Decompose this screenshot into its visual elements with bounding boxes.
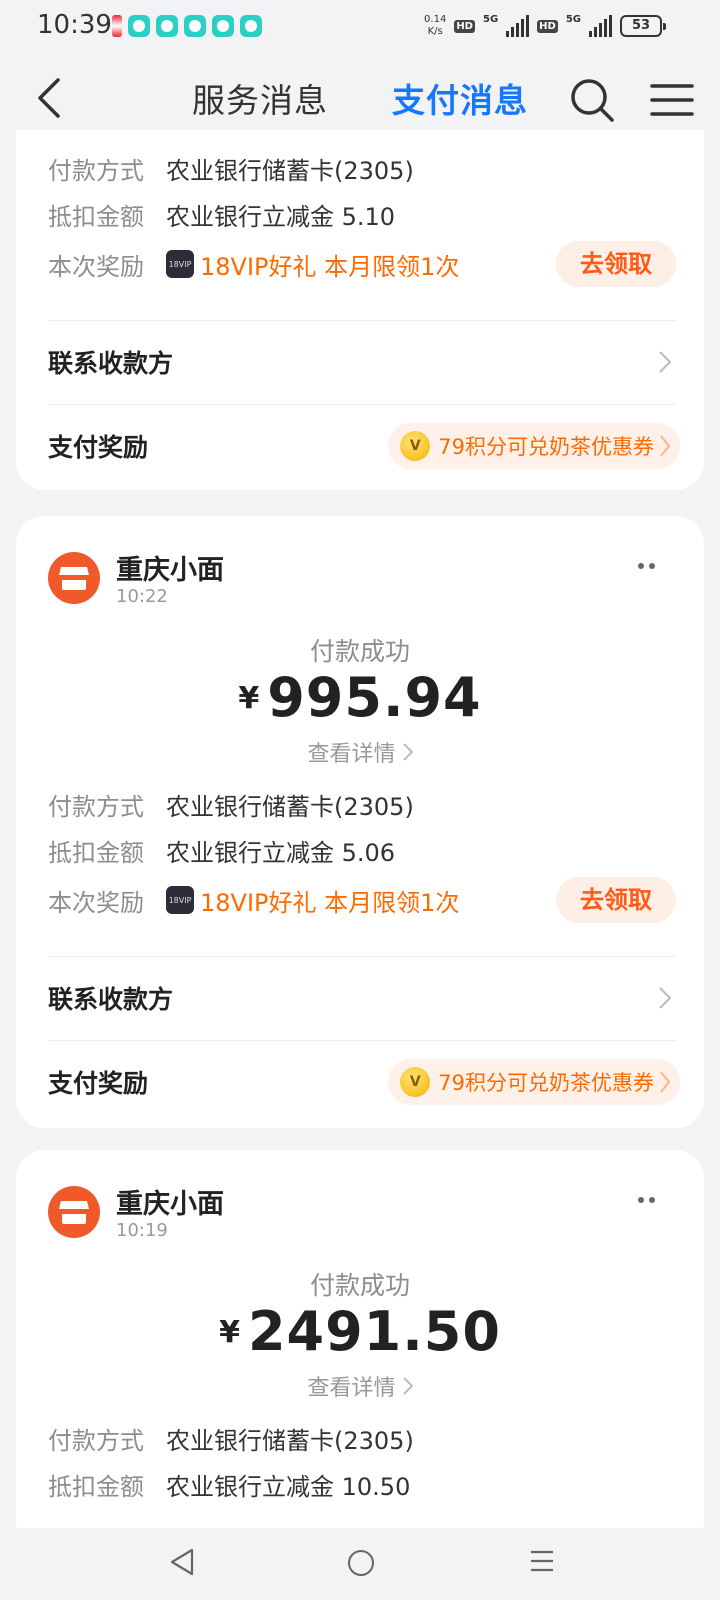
merchant-name: 重庆小面 — [116, 1189, 224, 1220]
search-icon — [571, 79, 614, 122]
system-navigation-bar — [0, 1528, 720, 1600]
payment-method-row: 付款方式 农业银行储蓄卡(2305) — [48, 1426, 414, 1455]
back-arrow-icon — [38, 78, 60, 118]
nav-back-icon[interactable] — [170, 1548, 194, 1576]
coin-icon: V — [400, 1067, 431, 1097]
payment-method-row: 付款方式 农业银行储蓄卡(2305) — [48, 156, 414, 185]
view-details-link[interactable]: 查看详情 — [16, 736, 704, 768]
chevron-right-icon — [660, 1071, 670, 1093]
menu-button[interactable] — [650, 82, 694, 118]
discount-row: 抵扣金额 农业银行立减金 10.50 — [48, 1472, 411, 1501]
merchant-logo — [48, 552, 100, 604]
store-icon — [59, 1201, 89, 1224]
coin-icon: V — [400, 431, 431, 461]
search-button[interactable] — [568, 76, 616, 124]
payment-card: 重庆小面 10:19 付款成功 ¥2491.50 查看详情 付款方式 农业银行储… — [16, 1150, 704, 1550]
menu-icon — [650, 84, 694, 116]
divider — [48, 1040, 676, 1041]
divider — [48, 956, 676, 957]
claim-button[interactable]: 去领取 — [556, 877, 676, 923]
divider — [48, 404, 676, 405]
chevron-right-icon — [402, 1377, 413, 1395]
contact-payee-row[interactable]: 联系收款方 — [48, 342, 676, 382]
chevron-right-icon — [402, 743, 413, 761]
reward-row: 本次奖励 18VIP 18VIP好礼 本月限领1次 — [48, 882, 459, 918]
vip-badge-icon: 18VIP — [166, 886, 194, 914]
network-type: 5G — [565, 14, 581, 25]
battery-icon: 53 — [620, 15, 666, 37]
hd-icon: HD — [454, 19, 475, 33]
system-indicators: 0.14 K/s HD 5G HD 5G 53 — [424, 14, 666, 38]
view-details-link[interactable]: 查看详情 — [16, 1370, 704, 1402]
nav-recents-icon[interactable] — [530, 1550, 554, 1572]
network-type: 5G — [482, 14, 499, 25]
chat-notification-icon — [128, 15, 150, 37]
contact-payee-row[interactable]: 联系收款方 — [48, 978, 676, 1018]
chat-notification-icon — [156, 15, 178, 37]
points-reward-pill[interactable]: V 79积分可兑奶茶优惠券 — [388, 423, 680, 469]
nav-home-icon[interactable] — [348, 1550, 374, 1576]
tab-service-messages[interactable]: 服务消息 — [192, 74, 328, 122]
claim-button[interactable]: 去领取 — [556, 241, 676, 287]
chevron-right-icon — [659, 351, 672, 373]
vip-badge-icon: 18VIP — [166, 250, 194, 278]
merchant-name: 重庆小面 — [116, 555, 224, 586]
more-options-button[interactable] — [638, 560, 662, 572]
points-reward-pill[interactable]: V 79积分可兑奶茶优惠券 — [388, 1059, 680, 1105]
app-notification-icon — [112, 15, 122, 37]
payment-amount: ¥2491.50 — [219, 1300, 501, 1363]
signal-icon — [506, 15, 530, 37]
store-icon — [59, 567, 89, 590]
status-time: 10:39 — [37, 10, 112, 40]
payment-card: 付款方式 农业银行储蓄卡(2305) 抵扣金额 农业银行立减金 5.10 本次奖… — [16, 130, 704, 490]
payment-time: 10:22 — [116, 586, 168, 607]
status-bar: 10:39 0.14 K/s HD 5G HD 5G 53 — [0, 0, 720, 56]
chevron-right-icon — [659, 987, 672, 1009]
merchant-logo — [48, 1186, 100, 1238]
hd-icon: HD — [537, 19, 558, 33]
chat-notification-icon — [212, 15, 234, 37]
network-speed: 0.14 K/s — [424, 14, 447, 37]
back-button[interactable] — [30, 76, 70, 120]
chat-notification-icon — [184, 15, 206, 37]
tab-payment-messages[interactable]: 支付消息 — [392, 74, 528, 122]
header: 服务消息 支付消息 — [0, 56, 720, 140]
chat-notification-icon — [240, 15, 262, 37]
discount-row: 抵扣金额 农业银行立减金 5.06 — [48, 838, 396, 867]
payment-amount: ¥995.94 — [238, 666, 482, 729]
more-options-button[interactable] — [638, 1194, 662, 1206]
payment-card: 重庆小面 10:22 付款成功 ¥995.94 查看详情 付款方式 农业银行储蓄… — [16, 516, 704, 1128]
payment-time: 10:19 — [116, 1220, 168, 1241]
notification-icons — [112, 15, 262, 37]
reward-row: 本次奖励 18VIP 18VIP好礼 本月限领1次 — [48, 246, 459, 282]
payment-status: 付款成功 — [309, 1271, 410, 1300]
payment-method-row: 付款方式 农业银行储蓄卡(2305) — [48, 792, 414, 821]
chevron-right-icon — [660, 435, 670, 457]
payment-status: 付款成功 — [309, 637, 410, 666]
signal-icon — [589, 15, 612, 37]
discount-row: 抵扣金额 农业银行立减金 5.10 — [48, 202, 396, 231]
divider — [48, 320, 676, 321]
